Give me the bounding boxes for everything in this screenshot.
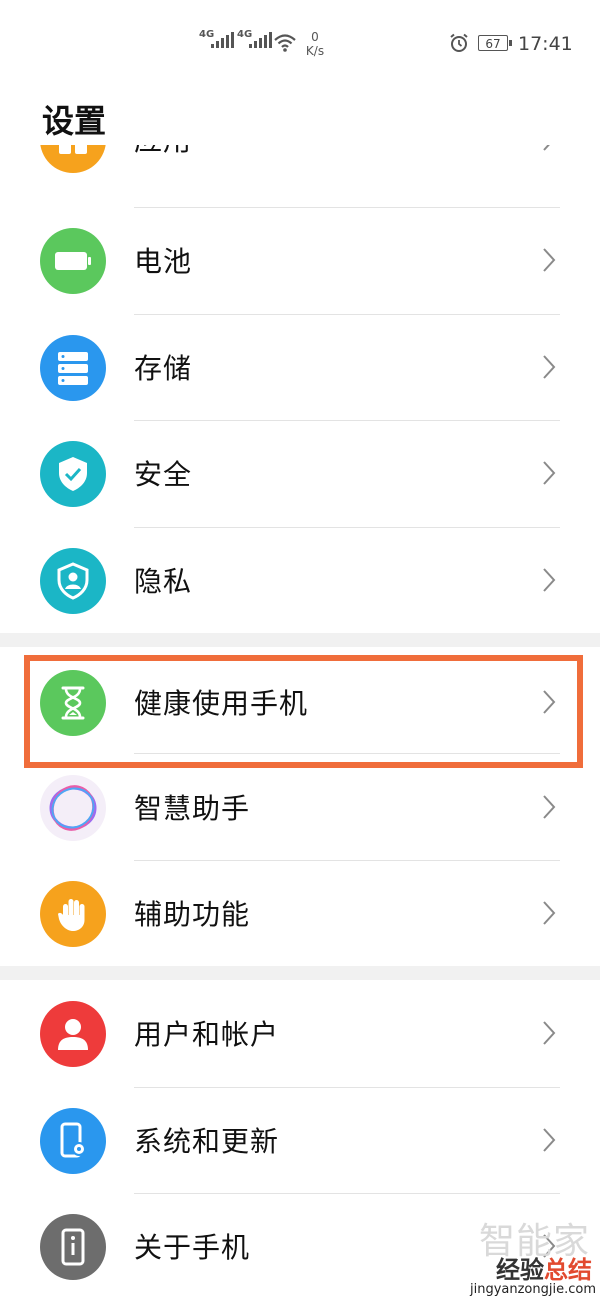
clock: 17:41	[518, 33, 573, 55]
settings-item-label: 电池	[134, 245, 193, 278]
settings-item-system-update[interactable]: 系统和更新	[0, 1088, 600, 1194]
settings-item-smart-assistant[interactable]: 智慧助手	[0, 755, 600, 861]
section-gap	[0, 966, 600, 980]
chevron-right-icon	[543, 355, 556, 379]
privacy-icon	[40, 548, 106, 614]
settings-item-battery[interactable]: 电池	[0, 208, 600, 314]
battery-indicator-icon: 67	[478, 35, 512, 51]
status-bar: 4G 4G 0 K/s 67 17:41	[0, 0, 600, 90]
network-type-label: 4G	[199, 29, 215, 40]
storage-icon	[40, 335, 106, 401]
phone-settings-icon	[40, 1108, 106, 1174]
settings-item-storage[interactable]: 存储	[0, 315, 600, 421]
chevron-right-icon	[543, 1021, 556, 1045]
settings-item-users-accounts[interactable]: 用户和帐户	[0, 981, 600, 1087]
watermark: 智能家 经验总结 jingyanzongjie.com	[455, 1212, 600, 1300]
chevron-right-icon	[543, 1128, 556, 1152]
settings-item-label: 存储	[134, 352, 193, 385]
alarm-icon	[450, 33, 468, 52]
settings-item-label: 用户和帐户	[134, 1018, 280, 1051]
chevron-right-icon	[543, 145, 550, 151]
chevron-right-icon	[543, 568, 556, 592]
watermark-brand: 经验总结	[496, 1250, 592, 1285]
settings-item-accessibility[interactable]: 辅助功能	[0, 861, 600, 967]
network-speed-unit: K/s	[305, 44, 325, 58]
network-speed-value: 0	[311, 30, 319, 44]
assistant-ring-icon	[40, 775, 106, 841]
chevron-right-icon	[543, 901, 556, 925]
settings-item-apps[interactable]: 应用	[0, 145, 600, 193]
shield-check-icon	[40, 441, 106, 507]
watermark-brand-b: 总结	[544, 1256, 592, 1284]
section-gap	[0, 633, 600, 647]
chevron-right-icon	[543, 248, 556, 272]
settings-item-privacy[interactable]: 隐私	[0, 528, 600, 634]
network-speed: 0 K/s	[300, 30, 330, 58]
apps-icon	[40, 145, 106, 173]
settings-item-label: 安全	[134, 458, 193, 491]
settings-item-label: 辅助功能	[134, 898, 251, 931]
hand-icon	[40, 881, 106, 947]
settings-item-security[interactable]: 安全	[0, 421, 600, 527]
settings-item-label: 应用	[134, 145, 192, 159]
chevron-right-icon	[543, 795, 556, 819]
watermark-brand-a: 经验	[496, 1256, 544, 1284]
network-type-label-2: 4G	[237, 29, 253, 40]
battery-icon	[40, 228, 106, 294]
wifi-icon	[274, 34, 296, 52]
settings-item-label: 隐私	[134, 565, 193, 598]
cellular-signal-icon-2: 4G	[237, 29, 272, 48]
cellular-signal-icon: 4G	[199, 29, 234, 48]
settings-item-label: 系统和更新	[134, 1125, 280, 1158]
phone-info-icon	[40, 1214, 106, 1280]
battery-level: 67	[485, 37, 501, 51]
settings-item-label: 智慧助手	[134, 792, 251, 825]
settings-item-label: 关于手机	[134, 1231, 251, 1264]
page-title: 设置	[42, 102, 107, 140]
highlight-box	[24, 655, 583, 768]
watermark-url: jingyanzongjie.com	[469, 1282, 596, 1297]
settings-item-apps-clip: 应用	[0, 145, 600, 205]
chevron-right-icon	[543, 461, 556, 485]
user-icon	[40, 1001, 106, 1067]
